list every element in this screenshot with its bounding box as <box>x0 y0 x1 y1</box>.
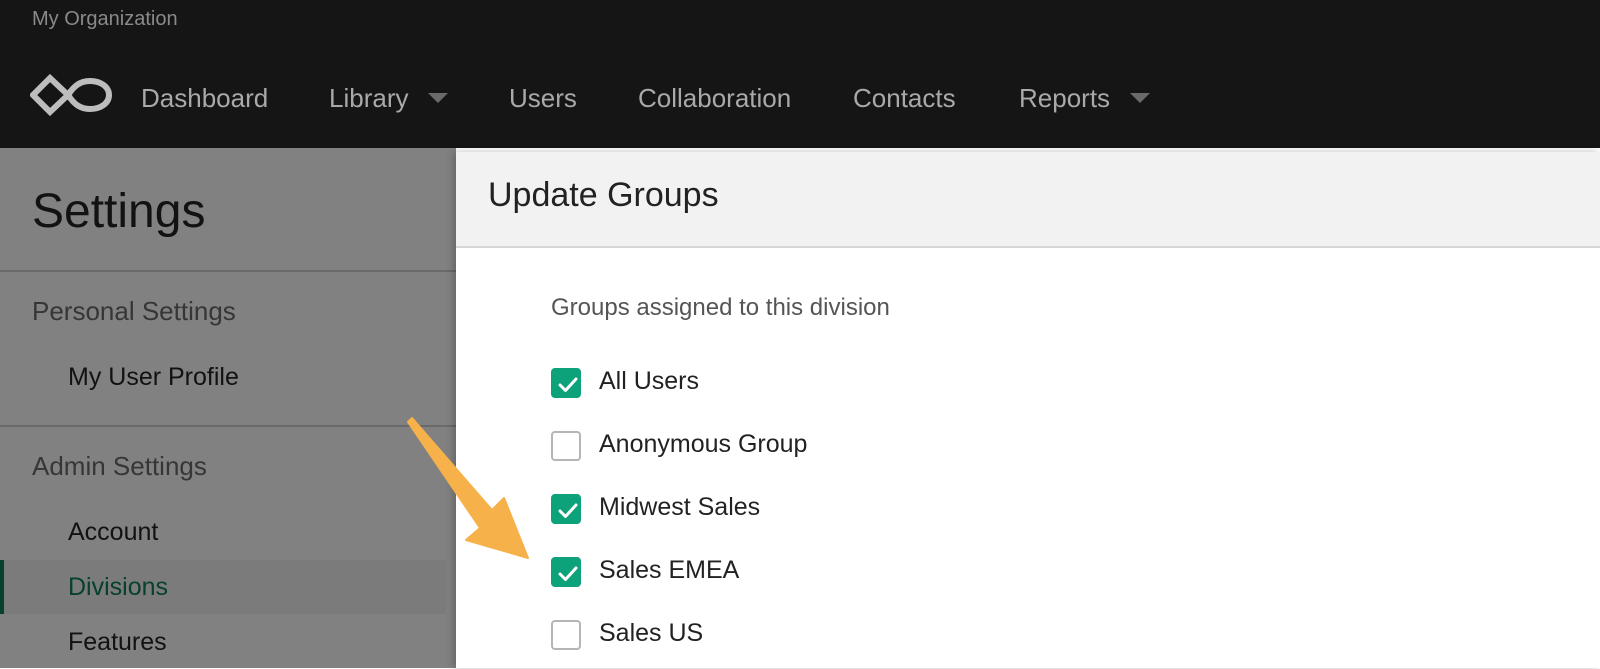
nav-reports-label: Reports <box>1019 83 1111 113</box>
group-label: Sales US <box>599 619 704 647</box>
group-label: Midwest Sales <box>599 493 761 521</box>
nav-contacts-label: Contacts <box>853 83 956 113</box>
checkbox[interactable] <box>551 620 581 650</box>
nav-dashboard[interactable]: Dashboard <box>141 76 268 120</box>
checkbox[interactable] <box>551 557 581 587</box>
checkbox[interactable] <box>551 494 581 524</box>
chevron-down-icon[interactable] <box>428 93 449 104</box>
nav-contacts[interactable]: Contacts <box>853 76 956 120</box>
nav-users-label: Users <box>509 83 577 113</box>
group-label: All Users <box>599 367 700 395</box>
checkmark-icon <box>558 377 578 392</box>
nav-reports[interactable]: Reports <box>1019 76 1151 120</box>
chevron-down-icon[interactable] <box>1130 93 1151 104</box>
nav-users[interactable]: Users <box>509 76 577 120</box>
modal-backdrop[interactable] <box>0 148 456 668</box>
dialog-title: Update Groups <box>488 176 719 214</box>
organization-name[interactable]: My Organization <box>32 8 178 31</box>
nav-collaboration-label: Collaboration <box>638 83 792 113</box>
checkbox[interactable] <box>551 368 581 398</box>
nav-library[interactable]: Library <box>329 76 449 120</box>
checkbox[interactable] <box>551 431 581 461</box>
group-label: Anonymous Group <box>599 430 808 458</box>
group-label: Sales EMEA <box>599 556 740 584</box>
top-navigation-bar: My Organization Dashboard Library Users … <box>0 0 1600 148</box>
dialog-header: Update Groups <box>456 152 1600 248</box>
annotation-arrow-icon <box>407 417 529 559</box>
infinity-logo-icon[interactable] <box>28 72 114 118</box>
groups-section-label: Groups assigned to this division <box>551 294 890 321</box>
nav-dashboard-label: Dashboard <box>141 83 269 113</box>
checkmark-icon <box>558 503 578 518</box>
checkmark-icon <box>558 566 578 581</box>
update-groups-dialog: Update Groups Groups assigned to this di… <box>456 152 1600 668</box>
nav-library-label: Library <box>329 83 409 113</box>
nav-collaboration[interactable]: Collaboration <box>638 76 791 120</box>
